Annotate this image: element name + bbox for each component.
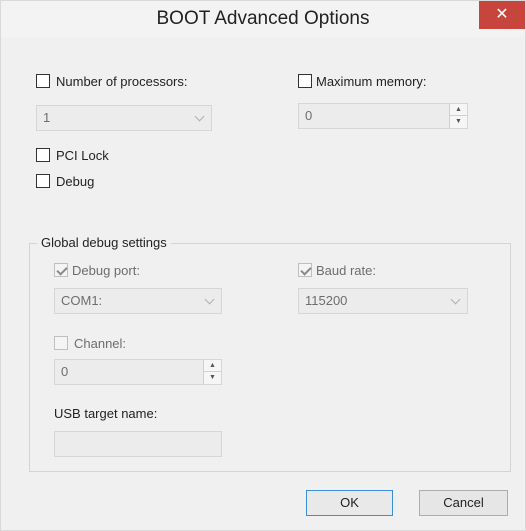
spin-up-icon[interactable]: ▲ (204, 360, 221, 372)
channel-checkbox[interactable] (54, 336, 68, 350)
memory-spin-buttons[interactable]: ▲ ▼ (449, 104, 467, 128)
global-debug-group-title: Global debug settings (37, 235, 171, 250)
processors-checkbox[interactable] (36, 74, 50, 88)
channel-spin-buttons[interactable]: ▲ ▼ (203, 360, 221, 384)
chevron-down-icon (194, 111, 205, 122)
baud-rate-label: Baud rate: (316, 263, 376, 278)
close-button[interactable]: ✕ (479, 1, 525, 29)
channel-value: 0 (61, 364, 69, 379)
usb-target-label: USB target name: (54, 406, 158, 421)
close-icon: ✕ (495, 6, 509, 23)
debug-label: Debug (56, 174, 95, 189)
dialog-title: BOOT Advanced Options (156, 8, 370, 29)
title-bar: BOOT Advanced Options ✕ (1, 1, 525, 37)
usb-target-input[interactable] (54, 431, 222, 457)
memory-stepper[interactable]: 0 ▲ ▼ (298, 103, 468, 129)
channel-stepper[interactable]: 0 ▲ ▼ (54, 359, 222, 385)
cancel-button[interactable]: Cancel (419, 490, 508, 516)
spin-down-icon[interactable]: ▼ (204, 372, 221, 384)
processors-value: 1 (43, 110, 51, 125)
pci-lock-label: PCI Lock (56, 148, 109, 163)
baud-rate-checkbox[interactable] (298, 263, 312, 277)
chevron-down-icon (204, 294, 215, 305)
channel-label: Channel: (74, 336, 127, 351)
debug-port-label: Debug port: (72, 263, 140, 278)
processors-label: Number of processors: (56, 74, 188, 89)
spin-up-icon[interactable]: ▲ (450, 104, 467, 116)
memory-checkbox[interactable] (298, 74, 312, 88)
memory-label: Maximum memory: (316, 74, 427, 89)
processors-select[interactable]: 1 (36, 105, 212, 131)
memory-value: 0 (305, 108, 313, 123)
debug-checkbox[interactable] (36, 174, 50, 188)
pci-lock-checkbox[interactable] (36, 148, 50, 162)
ok-button[interactable]: OK (306, 490, 393, 516)
debug-port-value: COM1: (61, 293, 103, 308)
dialog-window: BOOT Advanced Options ✕ Number of proces… (0, 0, 526, 531)
baud-rate-select[interactable]: 115200 (298, 288, 468, 314)
chevron-down-icon (450, 294, 461, 305)
debug-port-select[interactable]: COM1: (54, 288, 222, 314)
spin-down-icon[interactable]: ▼ (450, 116, 467, 128)
baud-rate-value: 115200 (305, 293, 348, 308)
debug-port-checkbox[interactable] (54, 263, 68, 277)
